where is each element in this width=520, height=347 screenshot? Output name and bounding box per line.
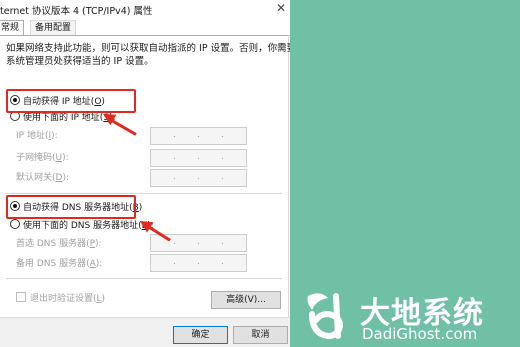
octet-separator: . bbox=[197, 152, 200, 162]
subnet-mask-label-end: ): bbox=[62, 153, 69, 163]
group-divider bbox=[6, 193, 282, 194]
radio-manual-dns[interactable]: 使用下面的 DNS 服务器地址(E): bbox=[10, 219, 154, 232]
group-divider bbox=[6, 278, 282, 279]
octet-separator: . bbox=[173, 257, 176, 267]
default-gateway-label-end: ): bbox=[62, 173, 69, 183]
octet-separator: . bbox=[221, 152, 224, 162]
tab-strip: 常规 备用配置 bbox=[0, 20, 290, 35]
tab-divider bbox=[0, 35, 290, 36]
radio-auto-dns-label-end: ) bbox=[138, 203, 143, 213]
octet-separator: . bbox=[173, 237, 176, 247]
octet-separator: . bbox=[197, 130, 200, 140]
description-line-1: 如果网络支持此功能，则可以获取自动指派的 IP 设置。否则，你需要从网络 bbox=[6, 43, 290, 54]
preferred-dns-label: 首选 DNS 服务器(P): bbox=[16, 238, 102, 250]
annotation-arrow-shaft bbox=[109, 118, 137, 136]
radio-manual-ip-label: 使用下面的 IP 地址( bbox=[23, 113, 104, 123]
default-gateway-input[interactable]: . . . bbox=[150, 169, 247, 187]
subnet-mask-label: 子网掩码(U): bbox=[16, 152, 69, 164]
octet-separator: . bbox=[221, 172, 224, 182]
ip-address-label: IP 地址(I): bbox=[16, 130, 58, 142]
octet-separator: . bbox=[197, 257, 200, 267]
ip-address-label-text: IP 地址( bbox=[16, 131, 49, 141]
cancel-button[interactable]: 取消 bbox=[233, 326, 288, 344]
validate-settings-box[interactable] bbox=[16, 292, 26, 302]
panel-border bbox=[288, 35, 289, 317]
octet-separator: . bbox=[173, 172, 176, 182]
window-title: nternet 协议版本 4 (TCP/IPv4) 属性 bbox=[0, 6, 153, 17]
octet-separator: . bbox=[173, 130, 176, 140]
close-icon[interactable]: ✕ bbox=[276, 1, 286, 15]
alternate-dns-label: 备用 DNS 服务器(A): bbox=[16, 258, 102, 270]
description-line-2: 系统管理员处获得适当的 IP 设置。 bbox=[6, 56, 154, 67]
validate-settings-label: 退出时验证设置( bbox=[30, 294, 97, 304]
octet-separator: . bbox=[197, 172, 200, 182]
alternate-dns-label-end: ): bbox=[95, 259, 103, 269]
ok-button[interactable]: 确定 bbox=[173, 326, 228, 344]
radio-manual-dns-indicator[interactable] bbox=[10, 219, 20, 229]
dadighost-logo-icon bbox=[307, 293, 344, 340]
title-bar: nternet 协议版本 4 (TCP/IPv4) 属性 ✕ bbox=[0, 0, 290, 18]
tab-alternate-configuration[interactable]: 备用配置 bbox=[30, 20, 77, 35]
ip-address-label-end: ): bbox=[51, 131, 58, 141]
tab-general[interactable]: 常规 bbox=[0, 20, 25, 35]
octet-separator: . bbox=[197, 237, 200, 247]
octet-separator: . bbox=[221, 257, 224, 267]
subnet-mask-input[interactable]: . . . bbox=[150, 149, 247, 167]
alternate-dns-input[interactable]: . . . bbox=[150, 254, 247, 272]
default-gateway-label: 默认网关(D): bbox=[16, 172, 69, 184]
advanced-button[interactable]: 高级(V)... bbox=[211, 291, 281, 309]
preferred-dns-label-text: 首选 DNS 服务器( bbox=[16, 239, 90, 249]
description-text: 如果网络支持此功能，则可以获取自动指派的 IP 设置。否则，你需要从网络 系统管… bbox=[6, 42, 290, 68]
highlight-box-auto-dns bbox=[6, 195, 136, 219]
watermark: 大地系统 DadiGhost.com bbox=[302, 288, 517, 344]
preferred-dns-label-end: ): bbox=[95, 239, 102, 249]
radio-manual-dns-label: 使用下面的 DNS 服务器地址( bbox=[23, 221, 142, 231]
validate-settings-checkbox[interactable]: 退出时验证设置(L) bbox=[16, 292, 105, 304]
octet-separator: . bbox=[173, 152, 176, 162]
ip-address-input[interactable]: . . . bbox=[150, 127, 247, 145]
default-gateway-label-text: 默认网关( bbox=[16, 173, 56, 183]
highlight-box-auto-ip bbox=[6, 89, 136, 113]
subnet-mask-label-text: 子网掩码( bbox=[16, 153, 56, 163]
octet-separator: . bbox=[221, 130, 224, 140]
alternate-dns-label-text: 备用 DNS 服务器( bbox=[16, 259, 90, 269]
watermark-text-en: DadiGhost.com bbox=[362, 325, 478, 343]
tcpip-properties-dialog: nternet 协议版本 4 (TCP/IPv4) 属性 ✕ 常规 备用配置 如… bbox=[0, 0, 290, 347]
octet-separator: . bbox=[221, 237, 224, 247]
validate-settings-label-end: ) bbox=[101, 294, 106, 304]
